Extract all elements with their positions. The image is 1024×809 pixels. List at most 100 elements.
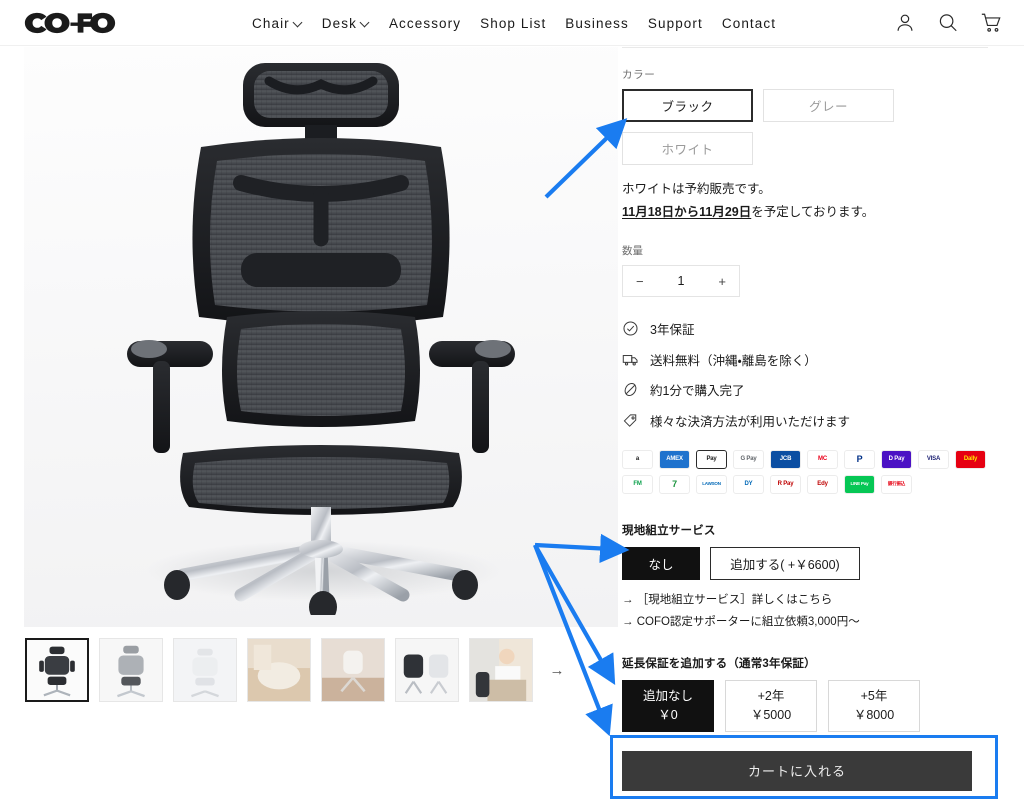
preorder-dates: 11月18日から11月29日 xyxy=(622,205,752,220)
payment-row-1: a AMEX Pay G Pay JCB MC P D Pay VISA Dal… xyxy=(622,449,1004,469)
thumbnail-4[interactable] xyxy=(247,638,311,702)
nav-label: Business xyxy=(565,15,629,31)
product-options-panel: カラー ブラック グレー ホワイト ホワイトは予約販売です。 11月18日から1… xyxy=(622,47,1004,791)
benefit-shipping: 送料無料（沖縄・離島を除く） xyxy=(622,350,1004,369)
assembly-option-none[interactable]: なし xyxy=(622,546,700,580)
quantity-label: 数量 xyxy=(622,245,643,258)
payment-rakuten-pay: R Pay xyxy=(770,474,801,494)
assembly-service-section: 現地組立サービス なし 追加する( +￥6600) → ［現地組立サービス］詳し… xyxy=(622,522,1004,629)
nav-label: Desk xyxy=(321,15,357,31)
payment-d-pay: D Pay xyxy=(881,449,912,469)
quantity-plus-button[interactable]: + xyxy=(718,274,726,289)
preorder-suffix: を予定しております。 xyxy=(751,205,875,220)
warranty-option-line1: 追加なし xyxy=(642,689,693,703)
quantity-stepper[interactable]: − 1 + xyxy=(622,265,740,298)
truck-icon xyxy=(622,354,638,366)
warranty-option-plus5y[interactable]: +5年 ￥8000 xyxy=(828,679,920,732)
warranty-title: 延長保証を追加する（通常3年保証） xyxy=(622,657,816,670)
color-label: カラー xyxy=(622,69,656,81)
payment-paypal: P xyxy=(844,449,875,469)
payment-label: D Pay xyxy=(888,456,905,463)
main-product-image[interactable] xyxy=(24,47,618,627)
payment-label: 銀行振込 xyxy=(887,481,906,486)
color-option-black[interactable]: ブラック xyxy=(622,89,753,122)
nav-item-shop-list[interactable]: Shop List xyxy=(480,16,546,31)
preorder-note-line2: 11月18日から11月29日を予定しております。 xyxy=(622,201,1004,224)
benefit-warranty: 3年保証 xyxy=(622,319,1004,338)
color-option-white[interactable]: ホワイト xyxy=(622,132,753,165)
payment-familymart: FM xyxy=(622,474,653,494)
product-gallery xyxy=(24,47,618,627)
thumbnail-2[interactable] xyxy=(99,638,163,702)
warranty-option-line1: +2年 xyxy=(757,689,785,703)
payment-google-pay: G Pay xyxy=(733,449,764,469)
color-option-row-1: ブラック グレー xyxy=(622,89,1004,122)
payment-methods: a AMEX Pay G Pay JCB MC P D Pay VISA Dal… xyxy=(622,449,1004,494)
payment-row-2: FM 7 LAWSON DY R Pay Edy LINE Pay 銀行振込 xyxy=(622,474,1004,494)
payment-label: AMEX xyxy=(666,456,683,463)
benefit-speed: 約1分で購入完了 xyxy=(622,380,1004,399)
tag-icon xyxy=(623,414,637,427)
warranty-option-line1: +5年 xyxy=(860,689,888,703)
warranty-option-line2: ￥0 xyxy=(658,707,678,722)
assembly-detail-link[interactable]: → ［現地組立サービス］詳しくはこちら xyxy=(622,591,1004,607)
thumbnail-1[interactable] xyxy=(25,638,89,702)
thumbnail-strip: → xyxy=(25,638,567,702)
preorder-note-line1: ホワイトは予約販売です。 xyxy=(622,182,771,196)
warranty-option-line2: ￥8000 xyxy=(853,707,895,722)
payment-label: 7 xyxy=(672,478,677,489)
nav-item-desk[interactable]: Desk xyxy=(322,16,370,31)
cofo-logo[interactable] xyxy=(22,10,118,36)
warranty-option-row: 追加なし ￥0 +2年 ￥5000 +5年 ￥8000 xyxy=(622,679,1004,732)
benefit-label: 送料無料（沖縄・離島を除く） xyxy=(650,353,817,368)
assembly-title: 現地組立サービス xyxy=(622,524,716,537)
nav-item-chair[interactable]: Chair xyxy=(252,16,303,31)
payment-label: G Pay xyxy=(740,456,757,463)
account-icon[interactable] xyxy=(894,11,916,34)
payment-seven-eleven: 7 xyxy=(659,474,690,494)
payment-label: VISA xyxy=(926,456,941,463)
payment-label: P xyxy=(856,453,863,464)
payment-label: MC xyxy=(818,456,827,463)
preorder-note: ホワイトは予約販売です。 11月18日から11月29日を予定しております。 xyxy=(622,178,1004,224)
benefit-label: 様々な決済方法が利用いただけます xyxy=(650,414,851,429)
thumbnail-6[interactable] xyxy=(395,638,459,702)
panel-divider xyxy=(622,47,988,48)
benefit-payment: 様々な決済方法が利用いただけます xyxy=(622,411,1004,430)
payment-bank-transfer: 銀行振込 xyxy=(881,474,912,494)
payment-label: R Pay xyxy=(777,481,794,488)
color-option-gray[interactable]: グレー xyxy=(763,89,894,122)
nav-item-business[interactable]: Business xyxy=(565,16,629,31)
speed-icon xyxy=(624,383,637,397)
thumbnail-next-arrow[interactable]: → xyxy=(547,662,567,679)
warranty-option-plus2y[interactable]: +2年 ￥5000 xyxy=(725,679,817,732)
cart-button-highlight xyxy=(610,735,998,799)
assembly-supporter-link[interactable]: → COFO認定サポーターに組立依頼3,000円〜 xyxy=(622,613,1004,629)
nav-item-accessory[interactable]: Accessory xyxy=(389,16,461,31)
nav-item-support[interactable]: Support xyxy=(648,16,703,31)
quantity-minus-button[interactable]: − xyxy=(636,274,644,289)
payment-visa: VISA xyxy=(918,449,949,469)
cart-icon[interactable] xyxy=(980,11,1002,34)
payment-label: Pay xyxy=(706,456,717,463)
payment-mastercard: MC xyxy=(807,449,838,469)
header-icon-group xyxy=(894,11,1002,34)
payment-label: JCB xyxy=(779,456,792,463)
payment-label: FM xyxy=(633,481,642,488)
warranty-option-none[interactable]: 追加なし ￥0 xyxy=(622,679,714,732)
chevron-down-icon xyxy=(294,18,303,27)
product-page: Chair Desk Accessory Shop List Business … xyxy=(0,0,1024,809)
payment-label: Edy xyxy=(817,481,828,488)
payment-daily-yamazaki: DY xyxy=(733,474,764,494)
check-circle-icon xyxy=(623,321,638,336)
benefit-label: 約1分で購入完了 xyxy=(650,384,745,399)
thumbnail-3[interactable] xyxy=(173,638,237,702)
nav-item-contact[interactable]: Contact xyxy=(722,16,776,31)
thumbnail-5[interactable] xyxy=(321,638,385,702)
assembly-option-add[interactable]: 追加する( +￥6600) xyxy=(710,546,860,580)
search-icon[interactable] xyxy=(937,11,959,34)
assembly-option-row: なし 追加する( +￥6600) xyxy=(622,546,1004,580)
quantity-value[interactable]: 1 xyxy=(678,274,685,288)
main-nav: Chair Desk Accessory Shop List Business … xyxy=(252,0,776,46)
thumbnail-7[interactable] xyxy=(469,638,533,702)
